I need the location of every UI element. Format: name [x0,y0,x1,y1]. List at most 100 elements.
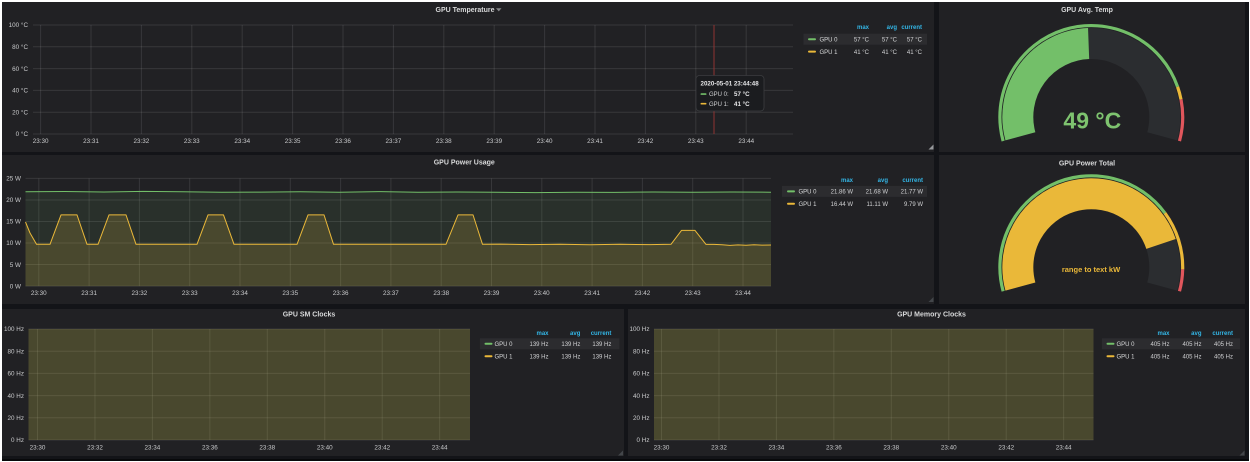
svg-text:57 °C: 57 °C [882,37,898,43]
svg-text:23:41: 23:41 [584,290,600,297]
svg-text:avg: avg [887,25,898,31]
svg-text:23:40: 23:40 [317,445,333,452]
svg-text:9.79 W: 9.79 W [904,202,923,208]
svg-text:GPU 0: GPU 0 [495,342,514,348]
svg-text:0 W: 0 W [10,283,21,290]
svg-text:23:31: 23:31 [81,290,97,297]
svg-text:41 °C: 41 °C [907,50,923,56]
svg-text:23:34: 23:34 [145,445,161,452]
svg-text:23:32: 23:32 [134,138,150,145]
svg-text:GPU 0: GPU 0 [799,190,818,196]
svg-text:23:37: 23:37 [383,290,399,297]
svg-text:20 °C: 20 °C [12,108,28,116]
svg-text:60 Hz: 60 Hz [8,371,24,378]
svg-text:GPU SM Clocks: GPU SM Clocks [283,311,336,318]
svg-text:23:31: 23:31 [83,138,99,145]
svg-text:139 Hz: 139 Hz [561,342,580,348]
svg-text:23:39: 23:39 [484,290,500,297]
svg-text:23:44: 23:44 [1056,445,1072,452]
svg-text:23:34: 23:34 [769,445,785,452]
svg-text:15 W: 15 W [6,219,21,226]
svg-text:41 °C: 41 °C [882,50,898,56]
svg-text:23:44: 23:44 [432,445,448,452]
svg-text:23:30: 23:30 [654,445,670,452]
svg-text:11.11 W: 11.11 W [867,202,889,208]
svg-text:23:36: 23:36 [826,445,842,452]
svg-text:23:30: 23:30 [33,138,49,145]
svg-text:23:40: 23:40 [534,290,550,297]
svg-text:23:33: 23:33 [184,138,200,145]
svg-text:80 Hz: 80 Hz [633,348,649,355]
svg-text:40 °C: 40 °C [12,87,28,95]
svg-text:60 Hz: 60 Hz [633,371,649,378]
svg-text:405 Hz: 405 Hz [1214,355,1233,361]
svg-text:23:40: 23:40 [941,445,957,452]
svg-text:139 Hz: 139 Hz [529,342,548,348]
svg-text:405 Hz: 405 Hz [1150,355,1169,361]
svg-text:max: max [1157,331,1170,337]
svg-text:10 W: 10 W [6,240,21,247]
svg-text:23:30: 23:30 [30,445,46,452]
svg-text:23:41: 23:41 [587,138,603,145]
svg-text:GPU 1: GPU 1 [1117,355,1136,361]
svg-text:23:32: 23:32 [711,445,727,452]
svg-text:23:38: 23:38 [259,445,275,452]
svg-text:23:32: 23:32 [132,290,148,297]
svg-text:21.68 W: 21.68 W [866,190,889,196]
svg-text:25 W: 25 W [6,176,21,183]
svg-text:57 °C: 57 °C [907,37,923,43]
svg-text:23:34: 23:34 [232,290,248,297]
svg-text:100 Hz: 100 Hz [4,326,24,333]
svg-text:405 Hz: 405 Hz [1182,342,1201,348]
svg-text:GPU 1: GPU 1 [799,202,818,208]
svg-text:405 Hz: 405 Hz [1214,342,1233,348]
svg-text:5 W: 5 W [10,262,21,269]
svg-text:139 Hz: 139 Hz [529,355,548,361]
svg-text:23:38: 23:38 [436,138,452,145]
svg-text:23:38: 23:38 [883,445,899,452]
svg-text:0 Hz: 0 Hz [11,437,24,444]
svg-text:60 °C: 60 °C [12,65,28,73]
svg-text:23:33: 23:33 [182,290,198,297]
svg-text:57 °C: 57 °C [854,37,870,43]
svg-text:23:39: 23:39 [486,138,502,145]
svg-text:GPU 1: GPU 1 [820,50,839,56]
svg-text:23:32: 23:32 [87,445,103,452]
svg-text:23:42: 23:42 [998,445,1014,452]
svg-text:current: current [901,25,922,31]
svg-text:139 Hz: 139 Hz [592,342,611,348]
svg-text:23:34: 23:34 [234,138,250,145]
svg-text:current: current [902,178,923,184]
svg-text:2020-05-01 23:44:48: 2020-05-01 23:44:48 [701,80,760,87]
svg-text:23:42: 23:42 [374,445,390,452]
svg-text:GPU 0: GPU 0 [1117,342,1136,348]
svg-text:23:30: 23:30 [31,290,47,297]
svg-text:avg: avg [570,331,581,337]
svg-text:100 Hz: 100 Hz [630,326,650,333]
svg-text:40 Hz: 40 Hz [8,393,24,400]
svg-text:20 Hz: 20 Hz [8,415,24,422]
svg-text:23:36: 23:36 [333,290,349,297]
svg-text:23:36: 23:36 [202,445,218,452]
svg-text:80 °C: 80 °C [12,43,28,51]
svg-text:20 Hz: 20 Hz [633,415,649,422]
svg-text:21.86 W: 21.86 W [831,190,854,196]
svg-text:23:35: 23:35 [282,290,298,297]
svg-text:405 Hz: 405 Hz [1150,342,1169,348]
svg-text:GPU Power Usage: GPU Power Usage [434,159,495,166]
svg-text:max: max [841,178,854,184]
svg-text:23:42: 23:42 [635,290,651,297]
svg-text:max: max [536,331,549,337]
svg-text:current: current [591,331,612,337]
svg-text:23:40: 23:40 [537,138,553,145]
svg-text:23:37: 23:37 [386,138,402,145]
svg-text:avg: avg [1191,331,1202,337]
svg-text:21.77 W: 21.77 W [901,190,924,196]
svg-text:current: current [1212,331,1233,337]
svg-text:16.44 W: 16.44 W [831,202,854,208]
svg-text:GPU Memory Clocks: GPU Memory Clocks [897,311,966,318]
svg-text:23:42: 23:42 [638,138,654,145]
svg-text:100 °C: 100 °C [9,21,29,29]
svg-text:23:43: 23:43 [688,138,704,145]
svg-text:23:44: 23:44 [738,138,754,145]
